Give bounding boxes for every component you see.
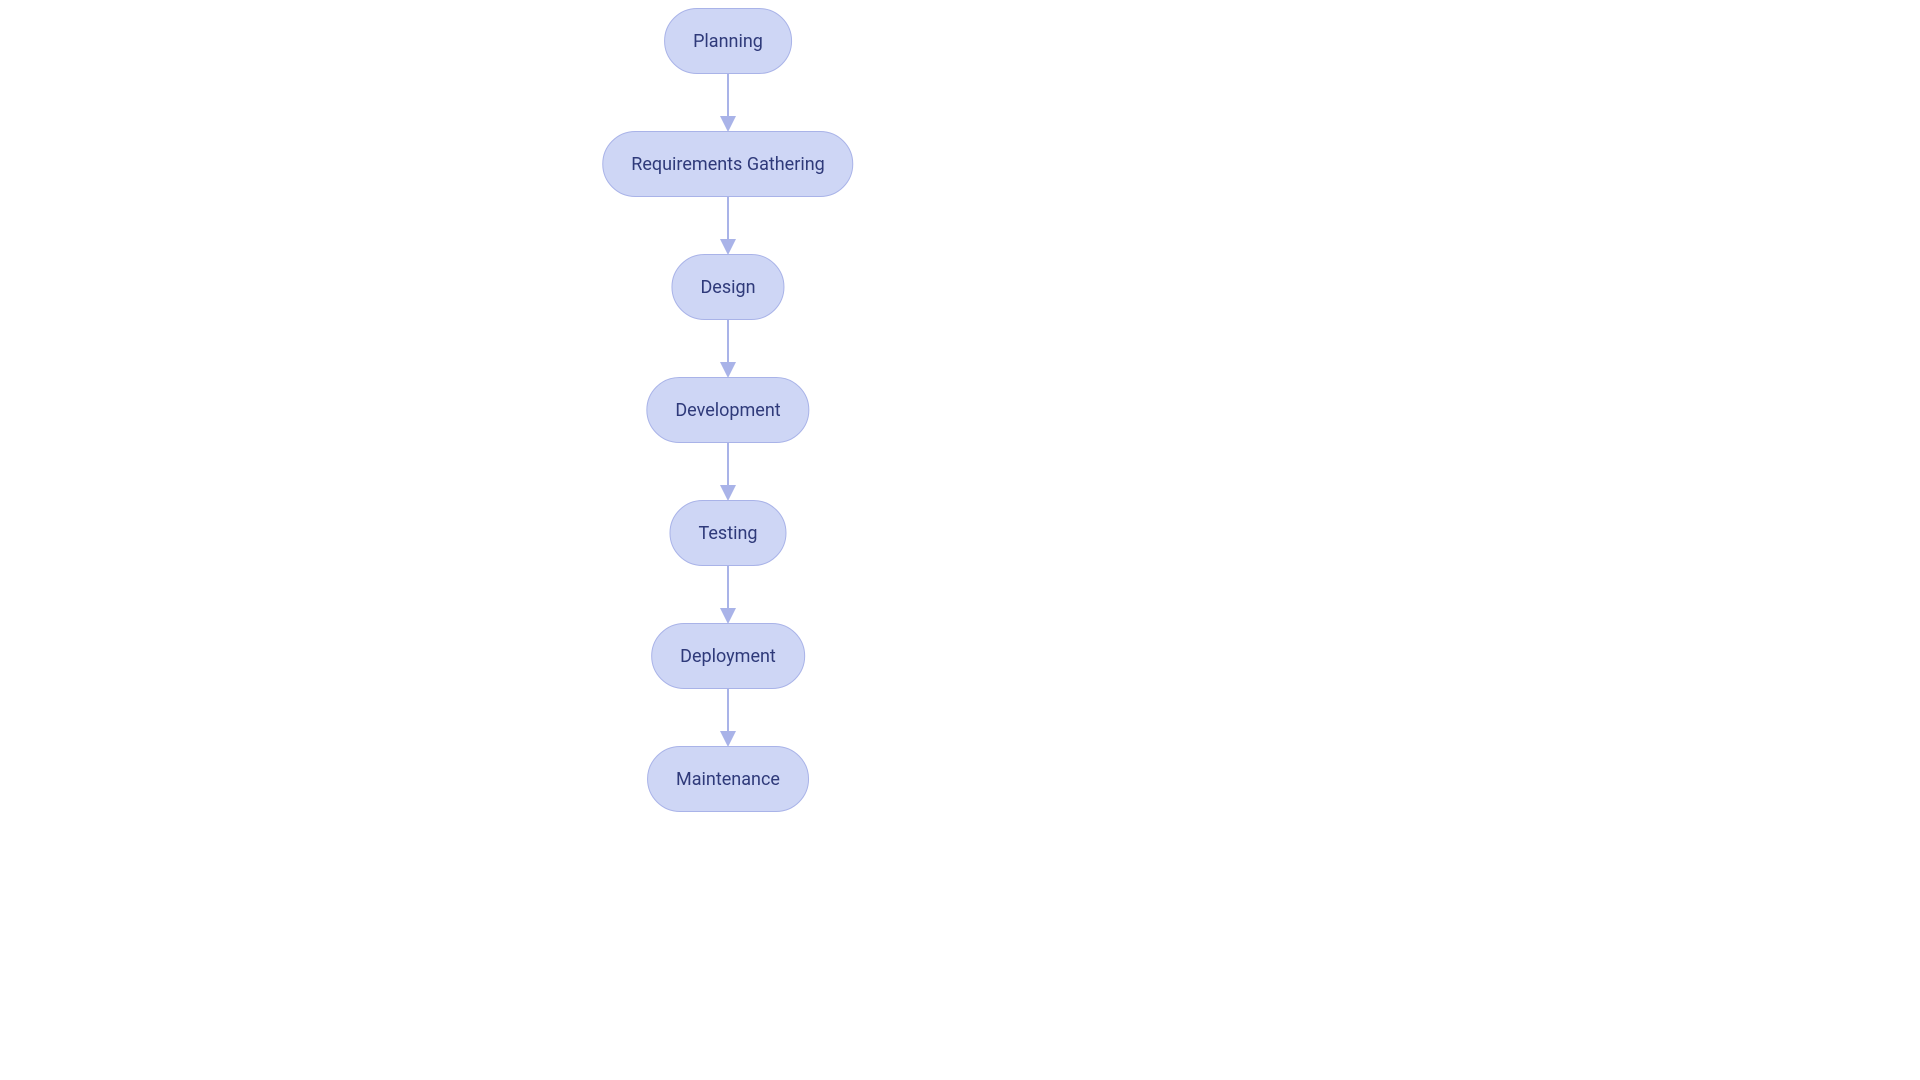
flowchart-node-n2: Requirements Gathering — [602, 131, 853, 197]
flowchart-node-n5: Testing — [669, 500, 786, 566]
node-label: Deployment — [680, 646, 776, 667]
flowchart-node-n4: Development — [646, 377, 809, 443]
flowchart-node-n7: Maintenance — [647, 746, 809, 812]
node-label: Testing — [698, 523, 757, 544]
node-label: Requirements Gathering — [631, 154, 824, 175]
node-label: Design — [700, 277, 755, 298]
flowchart-node-n1: Planning — [664, 8, 792, 74]
node-label: Planning — [693, 31, 763, 52]
node-label: Maintenance — [676, 769, 780, 790]
flowchart-node-n6: Deployment — [651, 623, 805, 689]
flowchart-node-n3: Design — [671, 254, 784, 320]
arrow-layer — [0, 0, 1920, 1080]
flowchart-diagram: Planning Requirements Gathering Design Deve… — [0, 0, 1920, 1080]
node-label: Development — [675, 400, 780, 421]
